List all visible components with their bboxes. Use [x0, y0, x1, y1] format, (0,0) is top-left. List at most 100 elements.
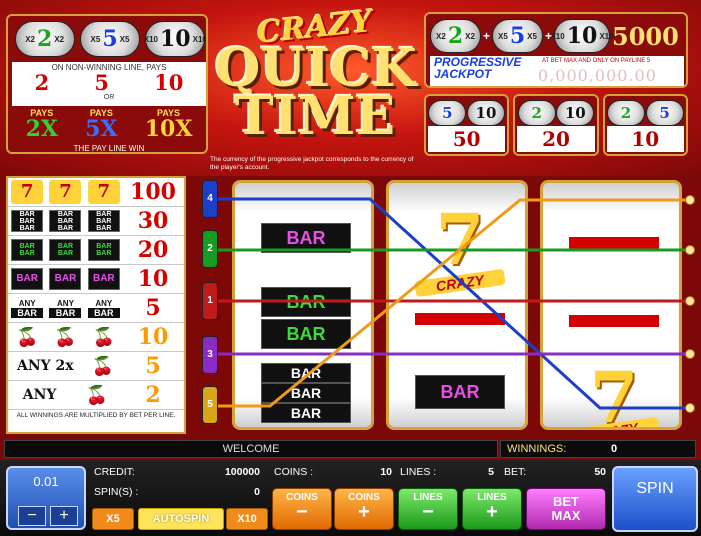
autospin-button[interactable]: AUTOSPIN	[138, 508, 224, 530]
spin-button[interactable]: SPIN	[612, 466, 698, 532]
badge-value: 10	[475, 104, 497, 122]
paytable-symbols: ANY 2x 🍒	[8, 356, 123, 377]
coins-decrease-button[interactable]: COINS −	[272, 488, 332, 530]
coins-label: COINS :	[274, 466, 314, 478]
paytable-pay: 2	[145, 382, 161, 408]
line-5-button[interactable]: 5	[202, 386, 218, 424]
x10-button[interactable]: X10	[226, 508, 268, 530]
single-bar-icon: BAR	[11, 268, 44, 290]
red-bar-symbol	[569, 315, 659, 327]
jackpot-value: 0,000,000.00	[538, 66, 657, 85]
cherry-icon: 🍒	[54, 326, 77, 347]
badge-right: X5	[119, 34, 130, 44]
status-message: WELCOME	[4, 440, 498, 458]
bet-max-button[interactable]: BET MAX	[526, 488, 606, 530]
x2-badge: 2	[606, 100, 645, 126]
any-bar-icon: ANY BAR	[87, 299, 120, 318]
x2-badge: X2 2 X2	[14, 21, 75, 57]
multiplier-table: ON NON-WINNING LINE, PAYS 2 5 10 OR	[12, 62, 206, 106]
line-end-marker	[685, 195, 695, 205]
badge-right: X10	[192, 34, 207, 44]
multiplier-value: 5	[94, 70, 109, 95]
jackpot-label: PROGRESSIVE JACKPOT	[434, 56, 521, 80]
spins-value: 0	[254, 486, 260, 498]
lines-increase-button[interactable]: LINES +	[462, 488, 522, 530]
paytable-row: 7 7 7 100	[8, 178, 184, 207]
pays-2x: PAYS 2X	[26, 108, 58, 146]
red-bar-symbol	[415, 313, 505, 325]
credit-label: CREDIT:	[94, 466, 135, 478]
jackpot-box: PROGRESSIVE JACKPOT AT BET MAX AND ONLY O…	[430, 56, 684, 86]
seven-symbol: 7	[435, 198, 485, 281]
bar-symbol: BAR	[261, 403, 351, 423]
pays-value: 10X	[144, 116, 193, 142]
credit-value: 100000	[224, 466, 260, 478]
paytable-row: ANY BAR ANY BAR ANY BAR 5	[8, 294, 184, 323]
reel-symbol: BAR BAR BAR	[261, 363, 351, 423]
badge-value: 5	[659, 104, 670, 122]
paytable-pay: 10	[137, 266, 169, 292]
paytable-symbols: ANY 🍒	[8, 385, 123, 406]
x5-button[interactable]: X5	[92, 508, 134, 530]
paytable-row: 🍒 🍒 🍒 10	[8, 323, 184, 352]
badge-value: 5	[102, 26, 118, 52]
paytable: 7 7 7 100 BAR BAR BAR BAR BAR BAR BAR BAR BAR …	[6, 176, 186, 434]
lines-decrease-button[interactable]: LINES −	[398, 488, 458, 530]
line-4-button[interactable]: 4	[202, 180, 218, 218]
line-end-marker	[685, 245, 695, 255]
any-bar-icon: ANY BAR	[11, 299, 44, 318]
reel-symbol: BAR	[261, 223, 351, 253]
plus-sign: +	[482, 29, 490, 43]
x5-badge: 5	[428, 100, 467, 126]
reel-symbol: 7 CRAZY	[414, 198, 506, 298]
badge-left: X5	[90, 34, 101, 44]
winnings-label: WINNINGS:	[507, 443, 567, 455]
line-3-button[interactable]: 3	[202, 336, 218, 374]
paytable-row: ANY 🍒 2	[8, 381, 184, 410]
line-2-button[interactable]: 2	[202, 230, 218, 268]
badge-value: 10	[564, 104, 586, 122]
paytable-pay: 5	[145, 353, 161, 379]
paytable-row: BAR BAR BAR BAR BAR BAR BAR BAR BAR 30	[8, 207, 184, 236]
pays-value: 5X	[85, 116, 118, 142]
line-1-button[interactable]: 1	[202, 282, 218, 320]
bet-per-line-control: 0.01 − +	[6, 466, 86, 530]
badge-value: 2	[531, 104, 542, 122]
badge-left: X10	[550, 31, 565, 41]
paytable-pay: 100	[130, 179, 176, 205]
badge-value: 10	[160, 26, 191, 52]
seven-icon: 7	[49, 180, 82, 204]
paytable-row: BAR BAR BAR 10	[8, 265, 184, 294]
paytable-pay: 5	[145, 295, 161, 321]
jackpot-label-line2: JACKPOT	[434, 67, 492, 81]
reel-symbol	[415, 313, 505, 325]
badge-right: X2	[54, 34, 65, 44]
bet-increase-button[interactable]: +	[50, 506, 78, 526]
combo-5-10: 5 10 50	[424, 94, 510, 156]
reel-symbol	[569, 237, 659, 249]
x10-badge: X10 10 X10	[144, 21, 207, 57]
x10-badge: 10	[466, 100, 505, 126]
single-bar-icon: BAR	[49, 268, 82, 290]
bet-decrease-button[interactable]: −	[18, 506, 46, 526]
total-bet-value: 50	[594, 466, 606, 478]
x2-badge: 2	[517, 100, 556, 126]
seven-icon: 7	[11, 180, 44, 204]
x10-badge: 10	[556, 100, 595, 126]
x2-badge: X2 2 X2	[430, 19, 481, 53]
coins-increase-button[interactable]: COINS +	[334, 488, 394, 530]
any-2x-text: ANY 2x	[16, 358, 74, 374]
button-label: MAX	[551, 508, 581, 523]
paytable-symbols: ANY BAR ANY BAR ANY BAR	[8, 299, 123, 318]
cherry-icon: 🍒	[85, 384, 109, 405]
badge-value: 5	[509, 23, 526, 49]
badge-left: X5	[498, 31, 508, 41]
minus-icon: −	[422, 501, 434, 523]
pays-5x: PAYS 5X	[85, 108, 117, 146]
multiplier-value: 2	[34, 70, 50, 95]
winnings-value: 0	[611, 443, 618, 455]
x5-badge: X5 5 X5	[79, 21, 140, 57]
paytable-row: BAR BAR BAR BAR BAR BAR 20	[8, 236, 184, 265]
pays-row: PAYS 2X PAYS 5X PAYS 10X	[12, 108, 206, 146]
paytable-row: ANY 2x 🍒 5	[8, 352, 184, 381]
